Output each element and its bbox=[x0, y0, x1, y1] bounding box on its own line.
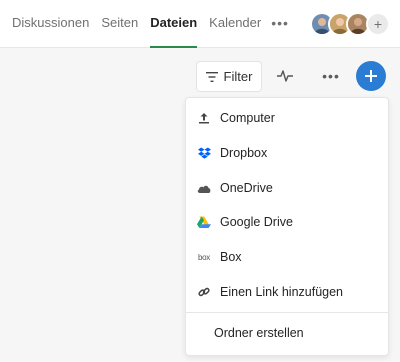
menu-item-add-link[interactable]: Einen Link hinzufügen bbox=[186, 275, 388, 309]
filter-label: Filter bbox=[223, 69, 253, 84]
menu-item-google-drive[interactable]: Google Drive bbox=[186, 205, 388, 239]
menu-item-computer[interactable]: Computer bbox=[186, 101, 388, 135]
member-avatars[interactable]: + bbox=[310, 12, 390, 36]
tab-seiten[interactable]: Seiten bbox=[101, 0, 138, 48]
menu-item-label: Einen Link hinzufügen bbox=[220, 285, 344, 299]
link-icon bbox=[196, 286, 212, 298]
upload-dropdown-menu: Computer Dropbox OneDrive Google Drive b… bbox=[185, 97, 389, 356]
filter-icon bbox=[205, 71, 218, 82]
menu-item-label: Box bbox=[220, 250, 242, 264]
upload-icon bbox=[196, 112, 212, 124]
menu-item-label: Dropbox bbox=[220, 146, 268, 160]
more-options-button[interactable]: ••• bbox=[316, 61, 346, 91]
tab-diskussionen[interactable]: Diskussionen bbox=[12, 0, 89, 48]
menu-item-onedrive[interactable]: OneDrive bbox=[186, 171, 388, 205]
menu-item-box[interactable]: box Box bbox=[186, 240, 388, 274]
tabs-more-icon[interactable]: ••• bbox=[271, 0, 289, 48]
menu-item-label: OneDrive bbox=[220, 181, 273, 195]
menu-item-label: Ordner erstellen bbox=[214, 326, 304, 340]
menu-item-label: Google Drive bbox=[220, 215, 293, 229]
menu-item-label: Computer bbox=[220, 111, 275, 125]
menu-divider bbox=[186, 312, 388, 313]
menu-item-create-folder[interactable]: Ordner erstellen bbox=[186, 316, 388, 350]
tab-kalender[interactable]: Kalender bbox=[209, 0, 261, 48]
tab-dateien[interactable]: Dateien bbox=[150, 0, 197, 48]
add-button[interactable] bbox=[356, 61, 386, 91]
activity-button[interactable] bbox=[270, 61, 300, 91]
menu-item-dropbox[interactable]: Dropbox bbox=[186, 136, 388, 170]
top-tab-bar: Diskussionen Seiten Dateien Kalender •••… bbox=[0, 0, 400, 48]
box-icon: box bbox=[198, 252, 210, 262]
google-drive-icon bbox=[196, 216, 212, 228]
activity-icon bbox=[277, 70, 293, 82]
tab-list: Diskussionen Seiten Dateien Kalender ••• bbox=[0, 0, 289, 48]
add-member-button[interactable]: + bbox=[366, 12, 390, 36]
dropbox-icon bbox=[196, 147, 212, 159]
filter-button[interactable]: Filter bbox=[196, 61, 262, 92]
onedrive-icon bbox=[196, 184, 212, 193]
plus-icon bbox=[365, 70, 377, 82]
